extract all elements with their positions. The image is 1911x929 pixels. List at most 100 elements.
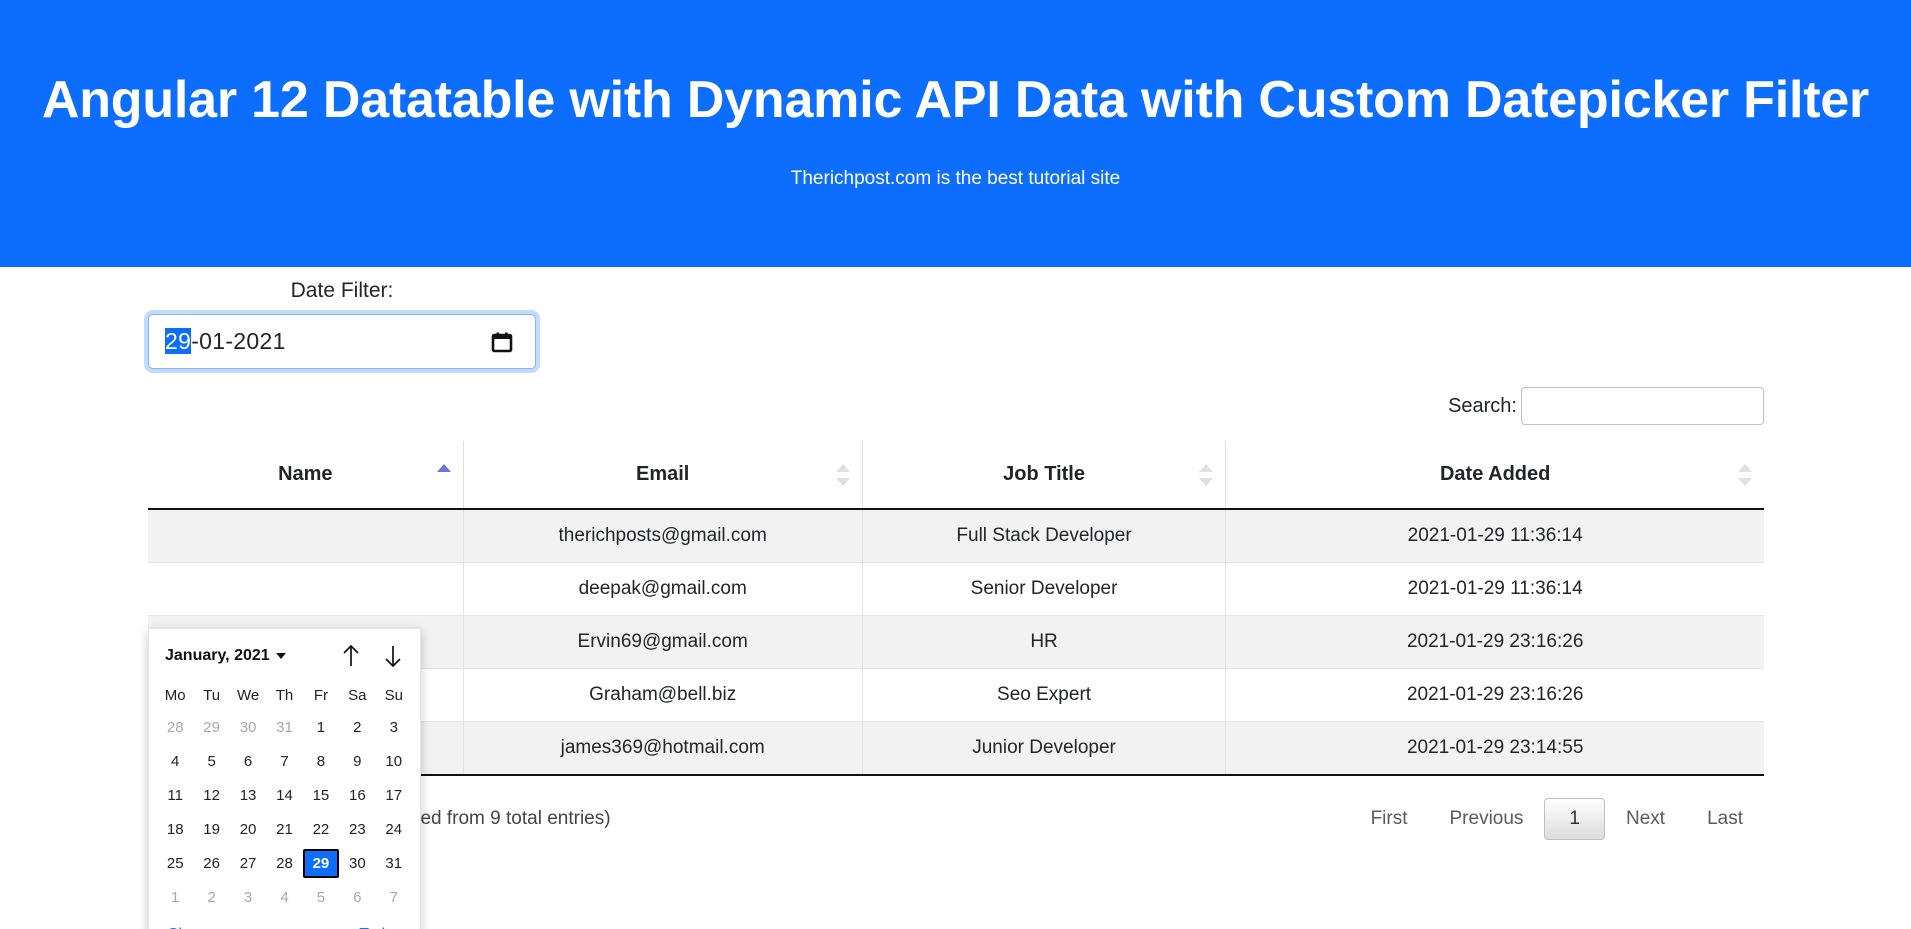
datepicker-day[interactable]: 26 — [193, 849, 229, 878]
table-cell-job: Junior Developer — [861, 721, 1226, 776]
datepicker-day[interactable]: 2 — [339, 713, 375, 742]
datepicker-day[interactable]: 7 — [376, 883, 412, 912]
datepicker-day[interactable]: 9 — [339, 747, 375, 776]
table-cell-date: 2021-01-29 11:36:14 — [1225, 509, 1764, 563]
datepicker-day[interactable]: 28 — [266, 849, 302, 878]
datepicker-day[interactable]: 4 — [266, 883, 302, 912]
datepicker-day[interactable]: 25 — [157, 849, 193, 878]
datepicker-day[interactable]: 20 — [230, 815, 266, 844]
table-cell-job: Full Stack Developer — [861, 509, 1226, 563]
datatable-header-email[interactable]: Email — [462, 441, 863, 510]
datepicker-popup[interactable]: January, 2021 Mo Tu We Th Fr Sa Su 28 29… — [148, 628, 421, 929]
datepicker-day[interactable]: 6 — [230, 747, 266, 776]
datepicker-day[interactable]: 29 — [193, 713, 229, 742]
table-cell-job: HR — [861, 615, 1226, 669]
datepicker-day[interactable]: 1 — [157, 883, 193, 912]
table-row[interactable]: therichposts@gmail.com Full Stack Develop… — [148, 509, 1764, 563]
table-row[interactable]: deepak@gmail.com Senior Developer 2021-01-… — [148, 562, 1764, 616]
datepicker-month-label: January, 2021 — [165, 647, 270, 664]
datepicker-day[interactable]: 12 — [193, 781, 229, 810]
datatable-header-label: Job Title — [1003, 463, 1085, 485]
datepicker-dow-tu: Tu — [203, 687, 221, 704]
datepicker-day[interactable]: 21 — [266, 815, 302, 844]
datepicker-day[interactable]: 4 — [157, 747, 193, 776]
pagination-next[interactable]: Next — [1605, 798, 1686, 840]
datepicker-day[interactable]: 13 — [230, 781, 266, 810]
sort-none-icon — [835, 463, 850, 486]
pagination-last[interactable]: Last — [1686, 798, 1764, 840]
datepicker-day[interactable]: 5 — [193, 747, 229, 776]
datepicker-day[interactable]: 8 — [303, 747, 339, 776]
datepicker-day[interactable]: 3 — [376, 713, 412, 742]
arrow-down-icon[interactable] — [382, 643, 404, 669]
search-input[interactable] — [1521, 387, 1764, 425]
page-subtitle: Therichpost.com is the best tutorial sit… — [790, 168, 1121, 190]
chevron-down-icon — [275, 653, 286, 659]
datatable-head: Name Email Job Title Date Added — [148, 441, 1764, 510]
datepicker-day[interactable]: 19 — [193, 815, 229, 844]
datepicker-day[interactable]: 10 — [376, 747, 412, 776]
datepicker-dow-th: Th — [275, 687, 294, 704]
sort-none-icon — [1738, 463, 1752, 486]
datatable-search-row: Search: — [148, 387, 1764, 425]
datepicker-day[interactable]: 2 — [193, 883, 229, 912]
page-hero-banner: Angular 12 Datatable with Dynamic API Da… — [0, 0, 1911, 267]
datepicker-day[interactable]: 6 — [339, 883, 375, 912]
datatable-header-date-added[interactable]: Date Added — [1225, 441, 1764, 510]
calendar-icon[interactable] — [491, 331, 513, 353]
datepicker-day[interactable]: 31 — [376, 849, 412, 878]
date-filter-group: Date Filter: 29-01-2021 — [148, 279, 536, 369]
datepicker-month-selector[interactable]: January, 2021 — [165, 647, 286, 665]
pagination-previous[interactable]: Previous — [1429, 798, 1545, 840]
datepicker-dow-su: Su — [384, 687, 403, 704]
datepicker-day[interactable]: 31 — [266, 713, 302, 742]
search-label: Search: — [1448, 394, 1517, 417]
datepicker-day[interactable]: 14 — [266, 781, 302, 810]
datepicker-day[interactable]: 30 — [339, 849, 375, 878]
table-cell-job: Seo Expert — [861, 668, 1226, 722]
pagination-first[interactable]: First — [1350, 798, 1429, 840]
table-cell-email: Graham@bell.biz — [462, 668, 863, 722]
datepicker-day[interactable]: 28 — [157, 713, 193, 742]
datepicker-header: January, 2021 — [157, 639, 412, 671]
datatable-header-job-title[interactable]: Job Title — [861, 441, 1226, 510]
datepicker-dow-fr: Fr — [313, 687, 328, 704]
date-filter-rest-segment: -01-2021 — [191, 328, 286, 354]
datatable-header-label: Email — [636, 463, 690, 485]
table-cell-email: deepak@gmail.com — [462, 562, 863, 616]
pagination-page-1[interactable]: 1 — [1544, 798, 1605, 840]
datepicker-day[interactable]: 23 — [339, 815, 375, 844]
datepicker-day[interactable]: 11 — [157, 781, 193, 810]
datepicker-day[interactable]: 15 — [303, 781, 339, 810]
datepicker-day[interactable]: 27 — [230, 849, 266, 878]
datatable-header-label: Date Added — [1439, 463, 1551, 485]
datatable-header-name[interactable]: Name — [148, 441, 464, 510]
datepicker-calendar-grid: Mo Tu We Th Fr Sa Su 28 29 30 31 1 2 3 4 5 6 7 8 9 10 11 12 13 1… — [157, 683, 412, 912]
datepicker-day[interactable]: 24 — [376, 815, 412, 844]
table-cell-name — [148, 509, 464, 563]
arrow-up-icon[interactable] — [340, 643, 362, 669]
datatable-pagination: First Previous 1 Next Last — [1350, 798, 1764, 840]
table-cell-date: 2021-01-29 23:16:26 — [1225, 668, 1764, 722]
datepicker-day[interactable]: 17 — [376, 781, 412, 810]
datepicker-day[interactable]: 22 — [303, 815, 339, 844]
sort-none-icon — [1199, 463, 1214, 486]
datepicker-day[interactable]: 16 — [339, 781, 375, 810]
datepicker-day[interactable]: 18 — [157, 815, 193, 844]
datepicker-day[interactable]: 5 — [303, 883, 339, 912]
table-cell-date: 2021-01-29 23:14:55 — [1225, 721, 1764, 776]
datepicker-day[interactable]: 3 — [230, 883, 266, 912]
datepicker-day[interactable]: 7 — [266, 747, 302, 776]
datepicker-day-selected[interactable]: 29 — [302, 849, 340, 878]
table-cell-email: Ervin69@gmail.com — [462, 615, 863, 669]
date-filter-label: Date Filter: — [290, 279, 394, 302]
table-cell-job: Senior Developer — [861, 562, 1226, 616]
date-filter-selected-segment: 29 — [165, 328, 192, 354]
datepicker-day[interactable]: 30 — [230, 713, 266, 742]
table-cell-name — [148, 562, 464, 616]
datatable-header-row: Name Email Job Title Date Added — [148, 441, 1764, 510]
datepicker-day[interactable]: 1 — [303, 713, 339, 742]
datepicker-nav — [340, 643, 404, 669]
table-cell-date: 2021-01-29 23:16:26 — [1225, 615, 1764, 669]
date-filter-input[interactable]: 29-01-2021 — [148, 314, 536, 369]
